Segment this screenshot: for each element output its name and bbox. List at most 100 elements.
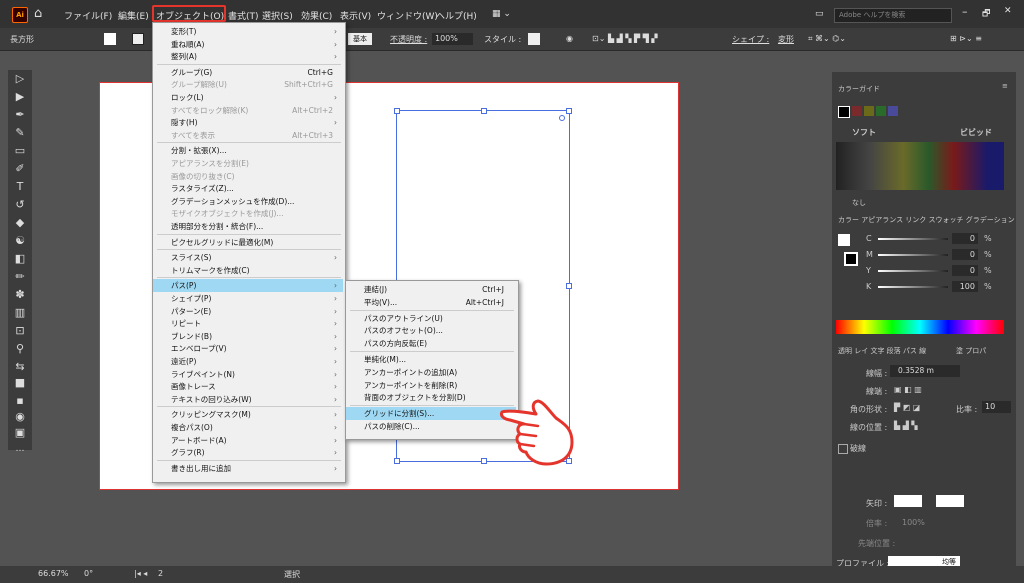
rotation-value[interactable]: 0° (84, 569, 93, 578)
menu-effect[interactable]: 効果(C) (301, 9, 332, 22)
cmyk-slider[interactable] (878, 286, 948, 288)
end-arrow-select[interactable] (936, 495, 964, 507)
object-menu-item[interactable]: 複合パス(O) › (153, 421, 343, 434)
artboard-tool-icon[interactable]: ⊡ (12, 324, 28, 338)
eraser-tool-icon[interactable]: ◆ (12, 216, 28, 230)
object-menu-item[interactable]: エンベロープ(V) › (153, 342, 343, 355)
object-menu-item[interactable]: グラデーションメッシュを作成(D)... (153, 195, 343, 208)
dashed-checkbox[interactable] (838, 444, 848, 454)
object-menu-item[interactable]: ライブペイント(N) › (153, 368, 343, 381)
object-menu-item[interactable]: すべてをロック解除(K) Alt+Ctrl+2 (153, 104, 343, 117)
object-menu-item[interactable]: 整列(A) › (153, 50, 343, 63)
menu-select[interactable]: 選択(S) (262, 9, 293, 22)
opacity-label[interactable]: 不透明度 : (390, 34, 427, 45)
harmony-swatches[interactable] (838, 106, 914, 118)
stroke-weight-input[interactable]: 0.3528 m (890, 365, 960, 377)
panel-menu-icon[interactable]: ≡ (1002, 82, 1008, 90)
object-menu-item[interactable]: パターン(E) › (153, 305, 343, 318)
stroke-color-swatch[interactable] (844, 252, 858, 266)
color-guide-tab[interactable]: カラーガイド (838, 84, 880, 94)
object-menu-item[interactable]: 遠近(P) › (153, 355, 343, 368)
object-menu-item[interactable]: 画像トレース › (153, 380, 343, 393)
fill-color-swatch[interactable] (838, 234, 850, 246)
rotate-tool-icon[interactable]: ↺ (12, 198, 28, 212)
home-icon[interactable]: ⌂ (34, 7, 48, 21)
object-menu-item[interactable]: 隠す(H) › (153, 116, 343, 129)
object-menu-item[interactable]: グループ解除(U) Shift+Ctrl+G (153, 78, 343, 91)
transform-link[interactable]: 変形 (778, 34, 794, 45)
draw-mode-icon[interactable]: ◉ (12, 410, 28, 424)
stroke-profile[interactable]: 基本 (348, 33, 372, 45)
type-tool-icon[interactable]: T (12, 180, 28, 194)
handle-top-right[interactable] (566, 108, 572, 114)
fill-stroke-icon[interactable]: ■ (12, 376, 28, 390)
zoom-level[interactable]: 66.67% (38, 569, 69, 578)
menu-file[interactable]: ファイル(F) (64, 9, 112, 22)
selection-tool-icon[interactable]: ▷ (12, 72, 28, 86)
pen-tool-icon[interactable]: ✒ (12, 108, 28, 122)
handle-bottom[interactable] (481, 458, 487, 464)
path-menu-item[interactable]: 連結(J) Ctrl+J (346, 283, 516, 296)
object-menu-item[interactable]: テキストの回り込み(W) › (153, 393, 343, 406)
stroke-swatch[interactable] (132, 33, 144, 45)
cmyk-value-input[interactable]: 0 (952, 265, 978, 276)
cap-buttons[interactable]: ▣ ◧ ▥ (894, 385, 922, 394)
shape-builder-icon[interactable]: ◧ (12, 252, 28, 266)
object-menu-item[interactable]: モザイクオブジェクトを作成(J)... (153, 207, 343, 220)
path-menu-item[interactable]: 単純化(M)... (346, 353, 516, 366)
object-menu-item[interactable]: パス(P) › (153, 279, 343, 293)
object-menu-item[interactable]: グループ(G) Ctrl+G (153, 66, 343, 79)
more-options-icons[interactable]: ⌗ ⌘⌄ ⌬⌄ (808, 34, 846, 44)
cmyk-value-input[interactable]: 100 (952, 281, 978, 292)
object-menu-item[interactable]: 変形(T) › (153, 25, 343, 38)
object-menu-item[interactable]: 画像の切り抜き(C) (153, 170, 343, 183)
object-menu-item[interactable]: 透明部分を分割・統合(F)... (153, 220, 343, 233)
extra-panel-tabs[interactable]: 塗 プロパ (956, 346, 986, 356)
object-menu-item[interactable]: ロック(L) › (153, 91, 343, 104)
color-mode-icon[interactable]: ▪ (12, 394, 28, 408)
object-menu-item[interactable]: ラスタライズ(Z)... (153, 182, 343, 195)
object-menu-item[interactable]: アピアランスを分割(E) (153, 157, 343, 170)
curvature-tool-icon[interactable]: ✎ (12, 126, 28, 140)
path-menu-item[interactable]: 背面のオブジェクトを分割(D) (346, 391, 516, 404)
object-menu-item[interactable]: ブレンド(B) › (153, 330, 343, 343)
scale-value[interactable]: 100% (902, 518, 925, 527)
path-menu-item[interactable]: 平均(V)... Alt+Ctrl+J (346, 296, 516, 309)
path-menu-item[interactable]: パスの削除(C)... (346, 420, 516, 433)
warp-tool-icon[interactable]: ☯ (12, 234, 28, 248)
paintbrush-tool-icon[interactable]: ✐ (12, 162, 28, 176)
color-spectrum[interactable] (836, 320, 1004, 334)
align-icons[interactable]: ⊡⌄ ▙ ▟ ▚ ▛ ▜ ▞ (592, 34, 658, 43)
object-menu-item[interactable]: トリムマークを作成(C) (153, 264, 343, 277)
color-variations-grid[interactable] (836, 142, 1004, 190)
maximize-icon[interactable]: 🗗 (982, 6, 990, 22)
swap-fill-stroke-icon[interactable]: ⇆ (12, 360, 28, 374)
object-menu-item[interactable]: ピクセルグリッドに最適化(M) (153, 236, 343, 249)
cmyk-slider[interactable] (878, 270, 948, 272)
stroke-panel-tabs[interactable]: 透明 レイ 文字 段落 パス 線 (838, 346, 926, 356)
workspace-icon[interactable]: ▦ ⌄ (492, 9, 511, 19)
zoom-tool-icon[interactable]: ⚲ (12, 342, 28, 356)
object-menu-item[interactable]: 書き出し用に追加 › (153, 462, 343, 475)
more-tools-icon[interactable]: … (12, 442, 28, 456)
color-panel-tabs[interactable]: カラー アピアランス リンク スウォッチ グラデーション (838, 215, 1015, 225)
screen-mode-icon[interactable]: ▣ (12, 426, 28, 440)
limit-input[interactable]: 10 (982, 401, 1011, 413)
path-menu-item[interactable]: パスのオフセット(O)... (346, 324, 516, 337)
close-icon[interactable]: ✕ (1004, 6, 1012, 16)
arrange-icon[interactable]: ▭ (815, 9, 824, 19)
fill-swatch[interactable] (104, 33, 116, 45)
cmyk-slider[interactable] (878, 238, 948, 240)
cmyk-value-input[interactable]: 0 (952, 233, 978, 244)
cmyk-value-input[interactable]: 0 (952, 249, 978, 260)
object-menu-item[interactable]: シェイプ(P) › (153, 292, 343, 305)
opacity-input[interactable]: 100% (432, 33, 473, 45)
cmyk-slider[interactable] (878, 254, 948, 256)
handle-right[interactable] (566, 283, 572, 289)
direct-selection-tool-icon[interactable]: ▶ (12, 90, 28, 104)
shape-link[interactable]: シェイプ : (732, 34, 769, 45)
symbol-sprayer-icon[interactable]: ✽ (12, 288, 28, 302)
page-number[interactable]: 2 (158, 569, 163, 578)
corner-widget[interactable] (559, 115, 565, 121)
object-menu-item[interactable]: 分割・拡張(X)... (153, 144, 343, 157)
